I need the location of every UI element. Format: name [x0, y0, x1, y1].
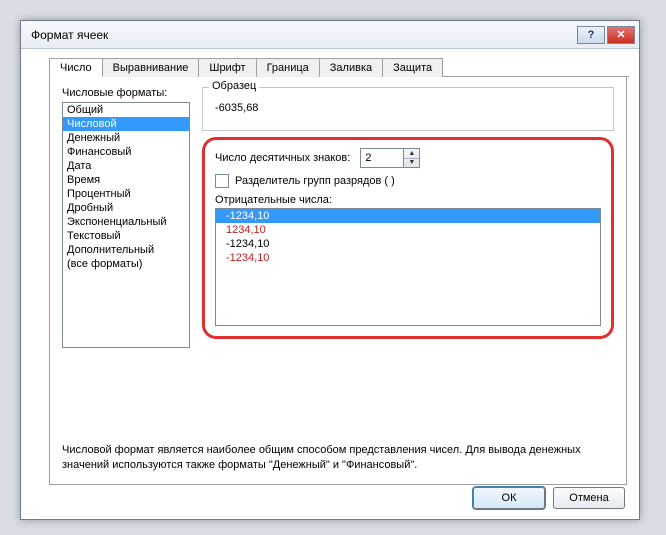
- category-item[interactable]: Общий: [63, 103, 189, 117]
- category-item[interactable]: Текстовый: [63, 229, 189, 243]
- category-column: Числовые форматы: ОбщийЧисловойДенежныйФ…: [62, 87, 190, 348]
- tab-strip: ЧислоВыравниваниеШрифтГраницаЗаливкаЗащи…: [49, 57, 629, 77]
- categories-list[interactable]: ОбщийЧисловойДенежныйФинансовыйДатаВремя…: [62, 102, 190, 348]
- category-item[interactable]: Финансовый: [63, 145, 189, 159]
- negative-format-item[interactable]: -1234,10: [216, 237, 600, 251]
- category-item[interactable]: Дата: [63, 159, 189, 173]
- category-item[interactable]: Дополнительный: [63, 243, 189, 257]
- dialog-buttons: ОК Отмена: [473, 487, 625, 509]
- chevron-up-icon[interactable]: ▲: [404, 149, 419, 159]
- decimals-spinner[interactable]: ▲ ▼: [360, 148, 420, 168]
- tab-5[interactable]: Защита: [382, 58, 443, 77]
- titlebar: Формат ячеек ? ✕: [21, 21, 639, 49]
- category-item[interactable]: Время: [63, 173, 189, 187]
- category-item[interactable]: Экспоненциальный: [63, 215, 189, 229]
- ok-button[interactable]: ОК: [473, 487, 545, 509]
- category-item[interactable]: Числовой: [63, 117, 189, 131]
- help-button[interactable]: ?: [577, 26, 605, 44]
- category-item[interactable]: Денежный: [63, 131, 189, 145]
- negative-format-item[interactable]: -1234,10: [216, 209, 600, 223]
- category-item[interactable]: Процентный: [63, 187, 189, 201]
- cancel-button[interactable]: Отмена: [553, 487, 625, 509]
- tab-2[interactable]: Шрифт: [198, 58, 256, 77]
- negatives-label: Отрицательные числа:: [215, 194, 601, 206]
- tab-3[interactable]: Граница: [256, 58, 320, 77]
- category-item[interactable]: (все форматы): [63, 257, 189, 271]
- tab-0[interactable]: Число: [49, 58, 103, 77]
- tab-pane-number: Числовые форматы: ОбщийЧисловойДенежныйФ…: [49, 77, 627, 485]
- sample-value: -6035,68: [215, 102, 607, 114]
- client-area: ЧислоВыравниваниеШрифтГраницаЗаливкаЗащи…: [21, 49, 639, 519]
- negative-format-item[interactable]: -1234,10: [216, 251, 600, 265]
- format-description: Числовой формат является наиболее общим …: [62, 443, 614, 472]
- thousands-separator-checkbox[interactable]: [215, 174, 229, 188]
- window-title: Формат ячеек: [31, 28, 575, 42]
- decimals-input[interactable]: [360, 148, 404, 168]
- tab-1[interactable]: Выравнивание: [102, 58, 200, 77]
- thousands-separator-label: Разделитель групп разрядов ( ): [235, 175, 395, 187]
- tab-4[interactable]: Заливка: [319, 58, 383, 77]
- decimals-label: Число десятичных знаков:: [215, 152, 350, 164]
- chevron-down-icon[interactable]: ▼: [404, 159, 419, 168]
- negative-format-item[interactable]: 1234,10: [216, 223, 600, 237]
- highlighted-options: Число десятичных знаков: ▲ ▼ Разделитель…: [202, 137, 614, 339]
- negatives-list[interactable]: -1234,101234,10-1234,10-1234,10: [215, 208, 601, 326]
- sample-box: Образец -6035,68: [202, 87, 614, 131]
- categories-label: Числовые форматы:: [62, 87, 190, 99]
- detail-column: Образец -6035,68 Число десятичных знаков…: [202, 87, 614, 474]
- sample-legend: Образец: [209, 80, 259, 92]
- category-item[interactable]: Дробный: [63, 201, 189, 215]
- spinner-arrows[interactable]: ▲ ▼: [404, 148, 420, 168]
- close-button[interactable]: ✕: [607, 26, 635, 44]
- dialog-window: Формат ячеек ? ✕ ЧислоВыравниваниеШрифтГ…: [20, 20, 640, 520]
